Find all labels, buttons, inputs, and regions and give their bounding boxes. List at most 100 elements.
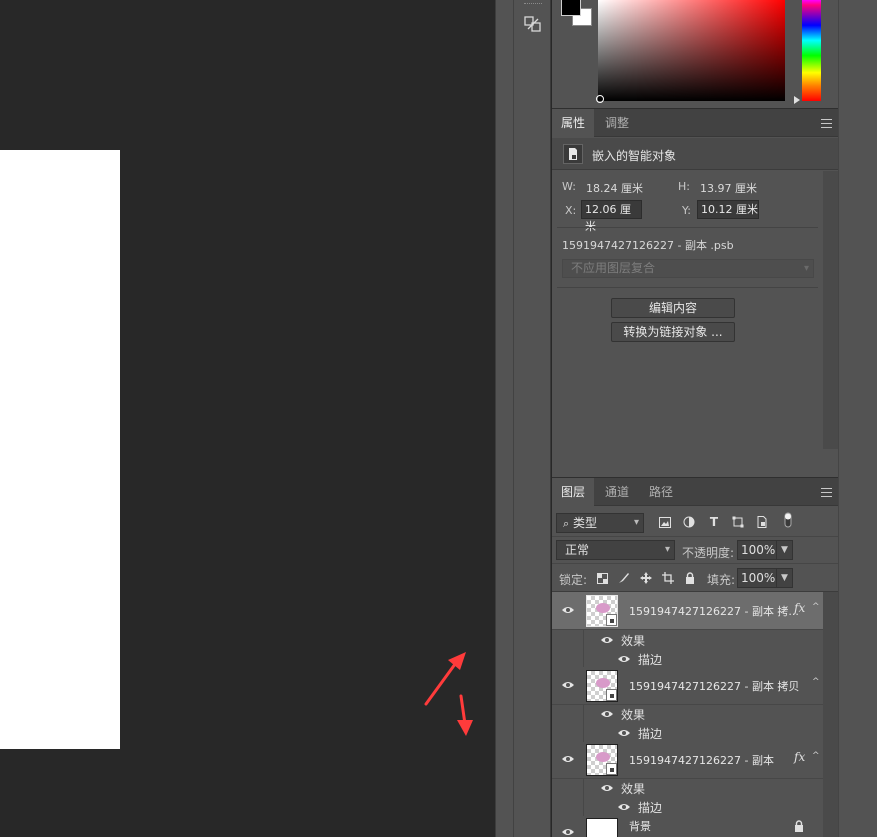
layer-thumbnail[interactable] xyxy=(586,670,618,702)
lock-image-pixels-icon[interactable] xyxy=(617,571,631,585)
eye-icon[interactable] xyxy=(617,652,631,666)
lock-icon xyxy=(794,820,804,835)
divider xyxy=(583,630,584,667)
layer-list: 1591947427126227 - 副本 拷... fx ^ 效果 描边 15… xyxy=(552,592,823,837)
lock-artboard-icon[interactable] xyxy=(661,571,675,585)
effects-row[interactable]: 效果 xyxy=(586,778,823,797)
lock-label: 锁定: xyxy=(559,573,588,587)
tab-channels[interactable]: 通道 xyxy=(596,478,638,507)
tab-adjustments[interactable]: 调整 xyxy=(596,109,638,138)
layer-comp-placeholder: 不应用图层复合 xyxy=(571,261,656,275)
effects-row[interactable]: 效果 xyxy=(586,630,823,649)
document-canvas[interactable] xyxy=(0,0,495,837)
chevron-up-icon[interactable]: ^ xyxy=(812,602,820,612)
layer-name[interactable]: 1591947427126227 - 副本 拷贝 xyxy=(629,678,799,694)
properties-tabbar: 属性 调整 xyxy=(552,108,838,138)
tab-paths[interactable]: 路径 xyxy=(640,478,682,507)
layer-row[interactable]: 1591947427126227 - 副本 fx ^ xyxy=(552,741,823,779)
x-label: X: xyxy=(565,204,577,217)
layer-row[interactable]: 1591947427126227 - 副本 拷... fx ^ xyxy=(552,592,823,630)
shape-layer-filter-icon[interactable] xyxy=(731,515,745,529)
adjustment-layer-filter-icon[interactable] xyxy=(682,515,696,529)
layers-scrollbar[interactable] xyxy=(823,592,838,837)
y-position-input[interactable]: 10.12 厘米 xyxy=(697,200,759,219)
hamburger-menu-icon[interactable] xyxy=(821,488,832,497)
filter-toggle-icon[interactable] xyxy=(781,512,795,528)
eye-icon[interactable] xyxy=(617,726,631,740)
properties-header: 嵌入的智能对象 xyxy=(552,138,838,170)
effect-stroke-row[interactable]: 描边 xyxy=(586,797,823,816)
width-label: W: xyxy=(562,180,576,193)
tab-layers[interactable]: 图层 xyxy=(552,478,595,507)
layer-comp-select[interactable]: 不应用图层复合 ▾ xyxy=(562,259,814,278)
effect-stroke-row[interactable]: 描边 xyxy=(586,723,823,742)
layer-name[interactable]: 1591947427126227 - 副本 xyxy=(629,752,774,768)
smart-object-transform-icon[interactable] xyxy=(519,10,547,38)
effect-stroke-label: 描边 xyxy=(638,653,663,667)
smart-object-icon xyxy=(563,144,583,164)
layer-row[interactable]: 背景 xyxy=(552,816,823,837)
lock-transparent-pixels-icon[interactable] xyxy=(595,571,609,585)
chevron-up-icon[interactable]: ^ xyxy=(812,751,820,761)
effect-stroke-label: 描边 xyxy=(638,801,663,815)
fill-input[interactable]: 100% xyxy=(737,568,777,588)
opacity-input[interactable]: 100% xyxy=(737,540,777,560)
properties-scrollbar[interactable] xyxy=(823,171,838,449)
width-value[interactable]: 18.24 厘米 xyxy=(586,180,643,196)
layer-thumbnail[interactable] xyxy=(586,744,618,776)
effects-row[interactable]: 效果 xyxy=(586,704,823,723)
properties-title: 嵌入的智能对象 xyxy=(592,149,677,163)
chevron-down-icon: ▾ xyxy=(633,517,639,528)
eye-icon[interactable] xyxy=(600,707,614,721)
eye-icon[interactable] xyxy=(600,633,614,647)
document-page[interactable] xyxy=(0,150,120,749)
eye-icon[interactable] xyxy=(561,752,575,766)
hue-slider-handle[interactable] xyxy=(794,96,800,104)
color-picker-marker[interactable] xyxy=(596,95,604,103)
color-saturation-field[interactable] xyxy=(598,0,785,101)
eye-icon[interactable] xyxy=(561,678,575,692)
eye-icon[interactable] xyxy=(561,603,575,617)
hamburger-menu-icon[interactable] xyxy=(821,119,832,128)
chevron-down-icon[interactable]: ▼ xyxy=(776,540,793,560)
layer-thumbnail-content xyxy=(596,678,610,688)
layer-thumbnail[interactable] xyxy=(586,595,618,627)
right-panels: 属性 调整 嵌入的智能对象 W: 18.24 厘米 H: 13.97 厘米 X:… xyxy=(552,0,838,837)
height-value[interactable]: 13.97 厘米 xyxy=(700,180,757,196)
blend-mode-select[interactable]: 正常 ▾ xyxy=(556,540,675,560)
lock-icon[interactable] xyxy=(683,571,697,585)
edit-contents-button[interactable]: 编辑内容 xyxy=(611,298,735,318)
hue-slider[interactable] xyxy=(802,0,821,101)
layer-effects-badge[interactable]: fx xyxy=(794,601,805,615)
layer-name[interactable]: 背景 xyxy=(629,818,651,834)
opacity-label: 不透明度: xyxy=(682,546,735,560)
chevron-up-icon[interactable]: ^ xyxy=(812,677,820,687)
smart-object-filter-icon[interactable] xyxy=(755,515,769,529)
filter-type-label: 类型 xyxy=(573,516,598,530)
divider xyxy=(583,779,584,816)
layer-filter-type-select[interactable]: ⌕ 类型 ▾ xyxy=(556,513,644,533)
layer-thumbnail-content xyxy=(596,752,610,762)
layer-effects-badge[interactable]: fx xyxy=(794,750,805,764)
divider xyxy=(557,227,818,228)
tab-properties[interactable]: 属性 xyxy=(552,109,595,138)
layer-name[interactable]: 1591947427126227 - 副本 拷... xyxy=(629,603,799,619)
effect-stroke-row[interactable]: 描边 xyxy=(586,649,823,668)
effects-label: 效果 xyxy=(621,634,646,648)
type-layer-filter-icon[interactable]: T xyxy=(707,515,721,529)
eye-icon[interactable] xyxy=(561,825,575,837)
layer-row[interactable]: 1591947427126227 - 副本 拷贝 ^ xyxy=(552,667,823,705)
pixel-layer-filter-icon[interactable] xyxy=(658,515,672,529)
eye-icon[interactable] xyxy=(600,781,614,795)
x-position-input[interactable]: 12.06 厘米 xyxy=(581,200,642,233)
chevron-down-icon: ▾ xyxy=(664,544,670,555)
layer-filter-bar: ⌕ 类型 ▾ T xyxy=(552,507,838,537)
chevron-down-icon[interactable]: ▼ xyxy=(776,568,793,588)
lock-position-icon[interactable] xyxy=(639,571,653,585)
canvas-vertical-scrollbar[interactable] xyxy=(495,0,513,837)
foreground-color-swatch[interactable] xyxy=(561,0,581,16)
layer-thumbnail[interactable] xyxy=(586,818,618,837)
convert-to-linked-button[interactable]: 转换为链接对象 ... xyxy=(611,322,735,342)
blend-mode-row: 正常 ▾ 不透明度: 100% ▼ xyxy=(552,537,838,564)
eye-icon[interactable] xyxy=(617,800,631,814)
